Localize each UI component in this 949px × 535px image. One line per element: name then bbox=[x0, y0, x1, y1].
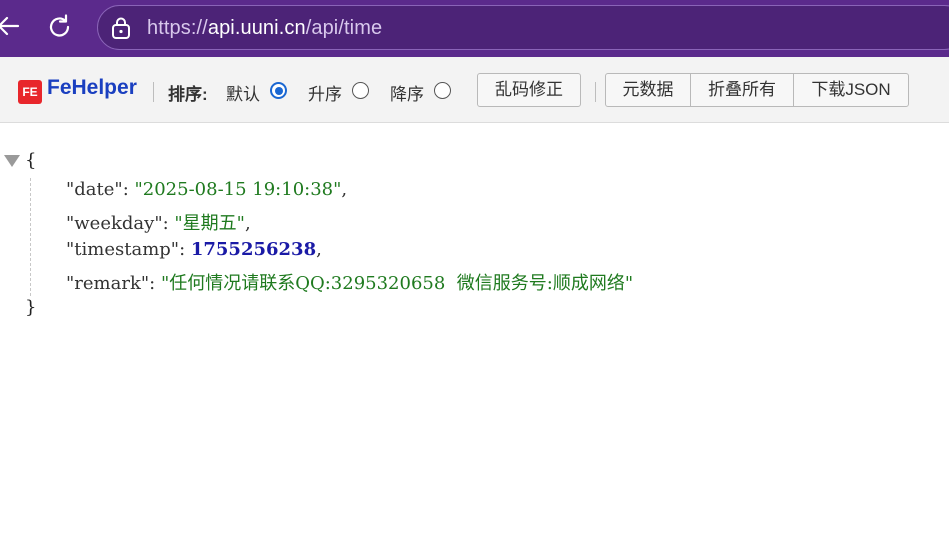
fehelper-logo-icon: FE bbox=[18, 80, 42, 104]
json-value: 1755256238 bbox=[190, 239, 317, 260]
url-host: api.uuni.cn bbox=[207, 17, 306, 39]
url-scheme: https:// bbox=[147, 17, 208, 39]
sort-desc-radio[interactable] bbox=[434, 82, 451, 99]
json-entry-remark: "remark": "任何情况请联系QQ:3295320658 微信服务号:顺成… bbox=[66, 273, 634, 294]
address-bar[interactable]: https://api.uuni.cn/api/time bbox=[97, 5, 949, 50]
fehelper-toolbar: FE FeHelper 排序: 默认 升序 降序 乱码修正 元数据 折叠所有 下… bbox=[0, 57, 949, 123]
sort-default-radio[interactable] bbox=[270, 82, 287, 99]
sort-desc-label[interactable]: 降序 bbox=[390, 80, 424, 105]
reload-icon[interactable] bbox=[46, 13, 74, 41]
json-entry-timestamp: "timestamp": 1755256238, bbox=[66, 239, 322, 260]
sort-asc-radio[interactable] bbox=[352, 82, 369, 99]
collapse-triangle-icon[interactable] bbox=[4, 155, 20, 167]
download-json-button[interactable]: 下载JSON bbox=[793, 73, 909, 107]
url-path: /api/time bbox=[305, 17, 383, 39]
json-key: "date" bbox=[66, 179, 123, 200]
toolbar-divider-2 bbox=[595, 82, 596, 102]
json-key: "weekday" bbox=[66, 213, 163, 234]
fix-encoding-button[interactable]: 乱码修正 bbox=[477, 73, 581, 107]
toolbar-divider bbox=[153, 82, 154, 102]
sort-label: 排序: bbox=[168, 85, 208, 104]
json-value: "任何情况请联系QQ:3295320658 微信服务号:顺成网络" bbox=[160, 273, 634, 294]
site-info-lock-icon[interactable] bbox=[110, 16, 132, 40]
back-arrow-icon[interactable] bbox=[0, 13, 22, 39]
json-value: "2025-08-15 19:10:38" bbox=[134, 179, 342, 200]
json-close-brace: } bbox=[25, 297, 37, 318]
url-text[interactable]: https://api.uuni.cn/api/time bbox=[147, 17, 382, 40]
sort-default-label[interactable]: 默认 bbox=[226, 80, 260, 105]
json-value: "星期五" bbox=[174, 213, 245, 234]
json-entry-date: "date": "2025-08-15 19:10:38", bbox=[66, 179, 348, 200]
json-open-brace: { bbox=[25, 150, 37, 171]
sort-asc-label[interactable]: 升序 bbox=[308, 80, 342, 105]
indent-guide bbox=[30, 178, 31, 296]
fehelper-logo-text: FeHelper bbox=[47, 76, 137, 99]
metadata-button[interactable]: 元数据 bbox=[605, 73, 691, 107]
json-key: "timestamp" bbox=[66, 239, 180, 260]
collapse-all-button[interactable]: 折叠所有 bbox=[690, 73, 794, 107]
json-key: "remark" bbox=[66, 273, 150, 294]
json-entry-weekday: "weekday": "星期五", bbox=[66, 213, 251, 234]
browser-toolbar: https://api.uuni.cn/api/time bbox=[0, 0, 949, 57]
